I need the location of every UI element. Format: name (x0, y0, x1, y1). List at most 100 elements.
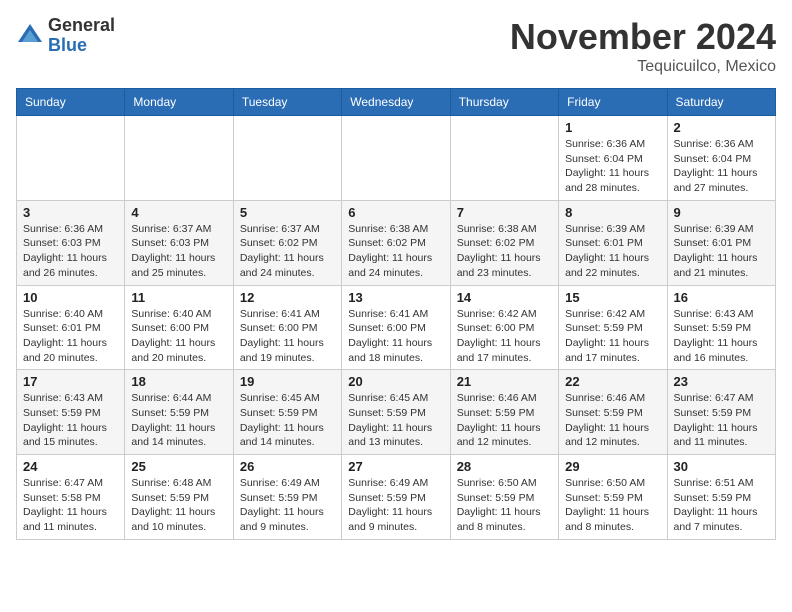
calendar-cell: 26 Sunrise: 6:49 AM Sunset: 5:59 PM Dayli… (233, 455, 341, 540)
calendar-cell: 12 Sunrise: 6:41 AM Sunset: 6:00 PM Dayli… (233, 285, 341, 370)
day-number: 9 (674, 205, 769, 220)
day-number: 15 (565, 290, 660, 305)
calendar-week-row: 10Sunrise: 6:40 AM Sunset: 6:01 PM Dayli… (17, 285, 776, 370)
day-info: Sunrise: 6:43 AM Sunset: 5:59 PM Dayligh… (23, 391, 118, 450)
day-number: 18 (131, 374, 226, 389)
day-info: Sunrise: 6:50 AM Sunset: 5:59 PM Dayligh… (457, 476, 552, 535)
weekday-header: Friday (559, 89, 667, 116)
calendar-cell: 15Sunrise: 6:42 AM Sunset: 5:59 PM Dayli… (559, 285, 667, 370)
calendar-cell: 8Sunrise: 6:39 AM Sunset: 6:01 PM Daylig… (559, 200, 667, 285)
calendar-cell: 19Sunrise: 6:45 AM Sunset: 5:59 PM Dayli… (233, 370, 341, 455)
page-header: General Blue November 2024 Tequicuilco, … (16, 16, 776, 76)
logo: General Blue (16, 16, 115, 56)
day-info: Sunrise: 6:36 AM Sunset: 6:04 PM Dayligh… (565, 137, 660, 196)
day-number: 24 (23, 459, 118, 474)
day-number: 25 (131, 459, 226, 474)
calendar-week-row: 1 Sunrise: 6:36 AM Sunset: 6:04 PM Daylig… (17, 116, 776, 201)
weekday-header: Wednesday (342, 89, 450, 116)
logo-text: General Blue (48, 16, 115, 56)
day-number: 22 (565, 374, 660, 389)
calendar-cell: 11 Sunrise: 6:40 AM Sunset: 6:00 PM Dayli… (125, 285, 233, 370)
logo-general: General (48, 16, 115, 36)
calendar-cell (125, 116, 233, 201)
day-info: Sunrise: 6:49 AM Sunset: 5:59 PM Dayligh… (240, 476, 335, 535)
day-number: 23 (674, 374, 769, 389)
day-number: 5 (240, 205, 335, 220)
calendar-cell (342, 116, 450, 201)
logo-icon (16, 22, 44, 50)
day-number: 29 (565, 459, 660, 474)
calendar-cell: 27 Sunrise: 6:49 AM Sunset: 5:59 PM Dayli… (342, 455, 450, 540)
calendar-cell: 18 Sunrise: 6:44 AM Sunset: 5:59 PM Dayli… (125, 370, 233, 455)
calendar-cell: 2Sunrise: 6:36 AM Sunset: 6:04 PM Daylig… (667, 116, 775, 201)
calendar-cell: 1 Sunrise: 6:36 AM Sunset: 6:04 PM Daylig… (559, 116, 667, 201)
day-info: Sunrise: 6:40 AM Sunset: 6:00 PM Dayligh… (131, 307, 226, 366)
calendar-cell: 14 Sunrise: 6:42 AM Sunset: 6:00 PM Dayli… (450, 285, 558, 370)
calendar-cell: 7Sunrise: 6:38 AM Sunset: 6:02 PM Daylig… (450, 200, 558, 285)
location: Tequicuilco, Mexico (510, 58, 776, 76)
weekday-header: Tuesday (233, 89, 341, 116)
day-info: Sunrise: 6:38 AM Sunset: 6:02 PM Dayligh… (348, 222, 443, 281)
day-number: 13 (348, 290, 443, 305)
day-info: Sunrise: 6:37 AM Sunset: 6:02 PM Dayligh… (240, 222, 335, 281)
day-info: Sunrise: 6:45 AM Sunset: 5:59 PM Dayligh… (348, 391, 443, 450)
day-number: 12 (240, 290, 335, 305)
weekday-header: Sunday (17, 89, 125, 116)
day-info: Sunrise: 6:50 AM Sunset: 5:59 PM Dayligh… (565, 476, 660, 535)
day-number: 11 (131, 290, 226, 305)
calendar-cell: 6 Sunrise: 6:38 AM Sunset: 6:02 PM Daylig… (342, 200, 450, 285)
day-number: 30 (674, 459, 769, 474)
day-number: 20 (348, 374, 443, 389)
day-info: Sunrise: 6:41 AM Sunset: 6:00 PM Dayligh… (240, 307, 335, 366)
logo-blue: Blue (48, 36, 115, 56)
day-number: 7 (457, 205, 552, 220)
day-number: 6 (348, 205, 443, 220)
day-info: Sunrise: 6:39 AM Sunset: 6:01 PM Dayligh… (565, 222, 660, 281)
day-info: Sunrise: 6:36 AM Sunset: 6:03 PM Dayligh… (23, 222, 118, 281)
calendar-cell: 21 Sunrise: 6:46 AM Sunset: 5:59 PM Dayli… (450, 370, 558, 455)
calendar-cell (17, 116, 125, 201)
calendar-cell: 17Sunrise: 6:43 AM Sunset: 5:59 PM Dayli… (17, 370, 125, 455)
calendar-cell: 13 Sunrise: 6:41 AM Sunset: 6:00 PM Dayli… (342, 285, 450, 370)
calendar-body: 1 Sunrise: 6:36 AM Sunset: 6:04 PM Daylig… (17, 116, 776, 540)
day-number: 14 (457, 290, 552, 305)
title-block: November 2024 Tequicuilco, Mexico (510, 16, 776, 76)
calendar-cell: 9Sunrise: 6:39 AM Sunset: 6:01 PM Daylig… (667, 200, 775, 285)
day-info: Sunrise: 6:47 AM Sunset: 5:59 PM Dayligh… (674, 391, 769, 450)
day-number: 27 (348, 459, 443, 474)
calendar-week-row: 17Sunrise: 6:43 AM Sunset: 5:59 PM Dayli… (17, 370, 776, 455)
calendar-week-row: 24 Sunrise: 6:47 AM Sunset: 5:58 PM Dayli… (17, 455, 776, 540)
day-number: 1 (565, 120, 660, 135)
day-info: Sunrise: 6:37 AM Sunset: 6:03 PM Dayligh… (131, 222, 226, 281)
day-info: Sunrise: 6:36 AM Sunset: 6:04 PM Dayligh… (674, 137, 769, 196)
calendar-cell: 30 Sunrise: 6:51 AM Sunset: 5:59 PM Dayli… (667, 455, 775, 540)
calendar-cell: 3 Sunrise: 6:36 AM Sunset: 6:03 PM Daylig… (17, 200, 125, 285)
day-number: 26 (240, 459, 335, 474)
day-number: 28 (457, 459, 552, 474)
day-number: 4 (131, 205, 226, 220)
day-number: 16 (674, 290, 769, 305)
day-number: 3 (23, 205, 118, 220)
day-info: Sunrise: 6:46 AM Sunset: 5:59 PM Dayligh… (457, 391, 552, 450)
calendar-cell (233, 116, 341, 201)
day-info: Sunrise: 6:41 AM Sunset: 6:00 PM Dayligh… (348, 307, 443, 366)
calendar-table: SundayMondayTuesdayWednesdayThursdayFrid… (16, 88, 776, 540)
weekday-header: Monday (125, 89, 233, 116)
day-info: Sunrise: 6:44 AM Sunset: 5:59 PM Dayligh… (131, 391, 226, 450)
day-number: 21 (457, 374, 552, 389)
day-info: Sunrise: 6:43 AM Sunset: 5:59 PM Dayligh… (674, 307, 769, 366)
day-info: Sunrise: 6:51 AM Sunset: 5:59 PM Dayligh… (674, 476, 769, 535)
weekday-header: Saturday (667, 89, 775, 116)
calendar-cell: 28 Sunrise: 6:50 AM Sunset: 5:59 PM Dayli… (450, 455, 558, 540)
day-info: Sunrise: 6:47 AM Sunset: 5:58 PM Dayligh… (23, 476, 118, 535)
calendar-cell: 5 Sunrise: 6:37 AM Sunset: 6:02 PM Daylig… (233, 200, 341, 285)
weekday-row: SundayMondayTuesdayWednesdayThursdayFrid… (17, 89, 776, 116)
day-info: Sunrise: 6:45 AM Sunset: 5:59 PM Dayligh… (240, 391, 335, 450)
calendar-cell: 24 Sunrise: 6:47 AM Sunset: 5:58 PM Dayli… (17, 455, 125, 540)
month-title: November 2024 (510, 16, 776, 58)
day-info: Sunrise: 6:46 AM Sunset: 5:59 PM Dayligh… (565, 391, 660, 450)
day-info: Sunrise: 6:49 AM Sunset: 5:59 PM Dayligh… (348, 476, 443, 535)
calendar-cell: 4 Sunrise: 6:37 AM Sunset: 6:03 PM Daylig… (125, 200, 233, 285)
day-info: Sunrise: 6:42 AM Sunset: 6:00 PM Dayligh… (457, 307, 552, 366)
weekday-header: Thursday (450, 89, 558, 116)
